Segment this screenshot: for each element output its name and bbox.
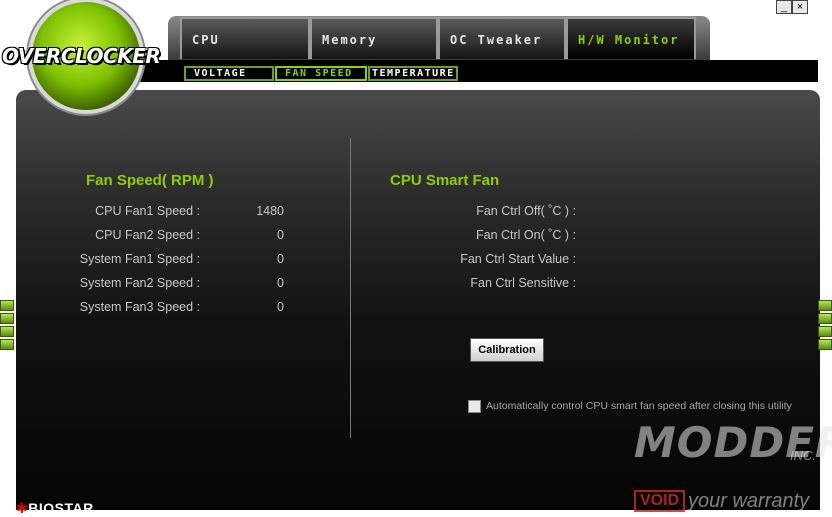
side-tab[interactable] bbox=[818, 300, 832, 311]
fan-label: System Fan1 Speed : bbox=[79, 252, 200, 266]
left-side-tabs bbox=[0, 300, 14, 352]
calibration-button[interactable]: Calibration bbox=[470, 338, 544, 362]
fan-label: System Fan2 Speed : bbox=[79, 276, 200, 290]
fan-label: System Fan3 Speed : bbox=[79, 300, 200, 314]
subtab-temperature[interactable]: TEMPERATURE bbox=[368, 66, 458, 81]
watermark-inc: INC. bbox=[790, 448, 816, 463]
tab-oc-tweaker[interactable]: OC Tweaker bbox=[438, 17, 566, 59]
tab-cpu[interactable]: CPU bbox=[180, 17, 310, 59]
subtab-fan-speed[interactable]: FAN SPEED bbox=[275, 66, 367, 81]
smart-fan-title: CPU Smart Fan bbox=[390, 172, 500, 189]
side-tab[interactable] bbox=[818, 313, 832, 324]
smart-fan-label: Fan Ctrl Sensitive : bbox=[470, 276, 576, 290]
fan-value: 0 bbox=[277, 276, 284, 290]
fan-value: 0 bbox=[277, 252, 284, 266]
fan-value: 0 bbox=[277, 228, 284, 242]
logo-text: OVERCLOCKER bbox=[2, 44, 161, 68]
smart-fan-label: Fan Ctrl Start Value : bbox=[460, 252, 576, 266]
fan-speed-title: Fan Speed( RPM ) bbox=[86, 172, 214, 189]
side-tab[interactable] bbox=[818, 326, 832, 337]
fan-value: 0 bbox=[277, 300, 284, 314]
biostar-logo: ✱BIOSTAR bbox=[16, 500, 94, 516]
auto-control-label: Automatically control CPU smart fan spee… bbox=[486, 400, 792, 412]
auto-control-checkbox[interactable] bbox=[468, 400, 481, 413]
overclocker-window: _ × CPU Memory OC Tweaker H/W Monitor VO… bbox=[0, 0, 832, 517]
subtab-voltage[interactable]: VOLTAGE bbox=[184, 66, 274, 81]
side-tab[interactable] bbox=[0, 339, 14, 350]
side-tab[interactable] bbox=[0, 326, 14, 337]
biostar-text: BIOSTAR bbox=[28, 500, 94, 516]
close-button[interactable]: × bbox=[792, 0, 808, 14]
watermark: MODDERS INC. VOID your warranty bbox=[630, 418, 832, 517]
section-divider bbox=[350, 138, 351, 438]
right-side-tabs bbox=[818, 300, 832, 352]
smart-fan-label: Fan Ctrl Off( ˚C ) : bbox=[476, 204, 576, 218]
watermark-warranty: your warranty bbox=[688, 490, 810, 512]
tab-hw-monitor[interactable]: H/W Monitor bbox=[566, 17, 696, 59]
watermark-void: VOID bbox=[634, 490, 686, 512]
smart-fan-label: Fan Ctrl On( ˚C ) : bbox=[475, 228, 576, 242]
tab-memory[interactable]: Memory bbox=[310, 17, 438, 59]
fan-value: 1480 bbox=[256, 204, 284, 218]
side-tab[interactable] bbox=[818, 339, 832, 350]
fan-label: CPU Fan2 Speed : bbox=[95, 228, 200, 242]
minimize-button[interactable]: _ bbox=[776, 0, 792, 14]
fan-label: CPU Fan1 Speed : bbox=[95, 204, 200, 218]
side-tab[interactable] bbox=[0, 313, 14, 324]
side-tab[interactable] bbox=[0, 300, 14, 311]
